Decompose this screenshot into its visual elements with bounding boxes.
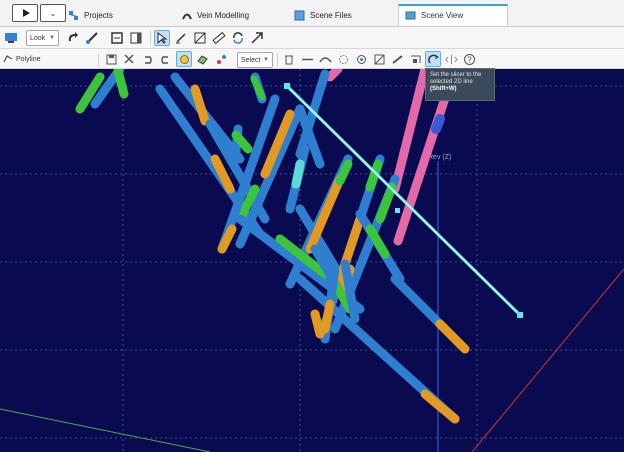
line-handle[interactable] (395, 208, 400, 213)
save-icon[interactable] (103, 51, 119, 67)
smooth-icon[interactable] (335, 51, 351, 67)
view-toolbar: Look ▼ (0, 27, 624, 49)
line-handle[interactable] (284, 83, 290, 89)
slice-icon[interactable] (192, 30, 208, 46)
drillhole-segment (190, 84, 210, 126)
tab-label: Scene Files (310, 10, 352, 20)
media-button[interactable] (12, 4, 38, 22)
y-axis-line (0, 408, 211, 452)
drillholes[interactable] (75, 69, 470, 424)
surface-icon[interactable] (194, 51, 210, 67)
select-label: Select (241, 56, 261, 64)
scene-files-icon (294, 10, 305, 21)
vein-icon (181, 10, 192, 21)
curve-icon[interactable] (317, 51, 333, 67)
edit-points-icon[interactable] (176, 51, 192, 67)
tab-scene-view[interactable]: Scene View (398, 4, 508, 26)
drillhole[interactable] (113, 69, 129, 99)
drillhole-segment (310, 309, 325, 339)
scene-view-icon (405, 10, 416, 21)
toolbar-separator (98, 53, 99, 67)
scene-view-window: ⌄ Projects Vein Modelling Scene Files Sc… (0, 0, 624, 452)
project-icon[interactable] (389, 51, 405, 67)
polyline-toolbar: Polyline Select ▼ ? (0, 49, 624, 69)
polyline-icon (3, 53, 13, 65)
ruler-icon[interactable] (211, 30, 227, 46)
select-cursor-icon[interactable] (154, 30, 170, 46)
axis-label: Rev (Z) (428, 154, 451, 161)
flip-icon[interactable] (443, 51, 459, 67)
drillhole[interactable] (325, 69, 343, 82)
split-icon[interactable] (371, 51, 387, 67)
snap-icon[interactable] (407, 51, 423, 67)
drillhole-segment (320, 299, 335, 334)
vertex-icon[interactable] (353, 51, 369, 67)
scene-canvas[interactable]: Rev (Z) (0, 69, 624, 452)
points-icon[interactable] (213, 51, 229, 67)
select-dropdown[interactable]: Select ▼ (237, 52, 273, 68)
scene-viewport[interactable]: Rev (Z) (0, 69, 624, 452)
delete-icon[interactable] (281, 51, 297, 67)
set-slicer-icon[interactable] (425, 51, 441, 67)
toolbar-separator (277, 53, 278, 67)
undo-icon[interactable] (139, 51, 155, 67)
tooltip: Set the slicer to the selected 2D line (… (425, 68, 495, 101)
measure-icon[interactable] (249, 30, 265, 46)
play-icon (22, 9, 30, 17)
panel-icon[interactable] (128, 30, 144, 46)
drillhole-segment (375, 182, 397, 224)
view-layout-icon[interactable] (3, 30, 19, 46)
drillhole-segment (420, 389, 460, 424)
close-icon[interactable] (121, 51, 137, 67)
tooltip-shortcut: (Shift+W) (430, 86, 457, 92)
toolbar-separator (150, 31, 151, 45)
tab-label: Scene View (421, 11, 464, 20)
look-label: Look (30, 34, 46, 42)
tab-bar: ⌄ Projects Vein Modelling Scene Files Sc… (0, 0, 624, 27)
tab-scene-files[interactable]: Scene Files (288, 4, 396, 26)
line-handle[interactable] (517, 312, 523, 318)
projects-icon (68, 10, 79, 21)
tab-projects[interactable]: Projects (62, 4, 172, 26)
chevron-down-icon: ⌄ (49, 8, 57, 18)
polyline-label: Polyline (16, 55, 41, 63)
straight-line-icon[interactable] (299, 51, 315, 67)
x-axis-line (471, 268, 624, 452)
drillhole-segment (431, 114, 445, 134)
pan-icon[interactable] (84, 30, 100, 46)
help-icon[interactable]: ? (461, 51, 477, 67)
svg-text:?: ? (467, 55, 472, 64)
look-dropdown[interactable]: Look ▼ (26, 30, 59, 46)
redo-icon[interactable] (157, 51, 173, 67)
drillhole-segment (291, 159, 305, 189)
chevron-down-icon: ▼ (263, 57, 269, 63)
tab-label: Vein Modelling (197, 10, 250, 20)
sync-icon[interactable] (230, 30, 246, 46)
tab-vein-modelling[interactable]: Vein Modelling (175, 4, 285, 26)
polyline-mode[interactable]: Polyline (3, 51, 41, 67)
draw-line-icon[interactable] (173, 30, 189, 46)
tab-label: Projects (84, 10, 113, 20)
drillhole-segment (435, 319, 470, 354)
chevron-down-icon: ▼ (49, 35, 55, 41)
tooltip-text: Set the slicer to the selected 2D line (430, 72, 482, 85)
reset-view-icon[interactable] (109, 30, 125, 46)
drillhole-segment (305, 174, 345, 254)
rotate-icon[interactable] (65, 30, 81, 46)
